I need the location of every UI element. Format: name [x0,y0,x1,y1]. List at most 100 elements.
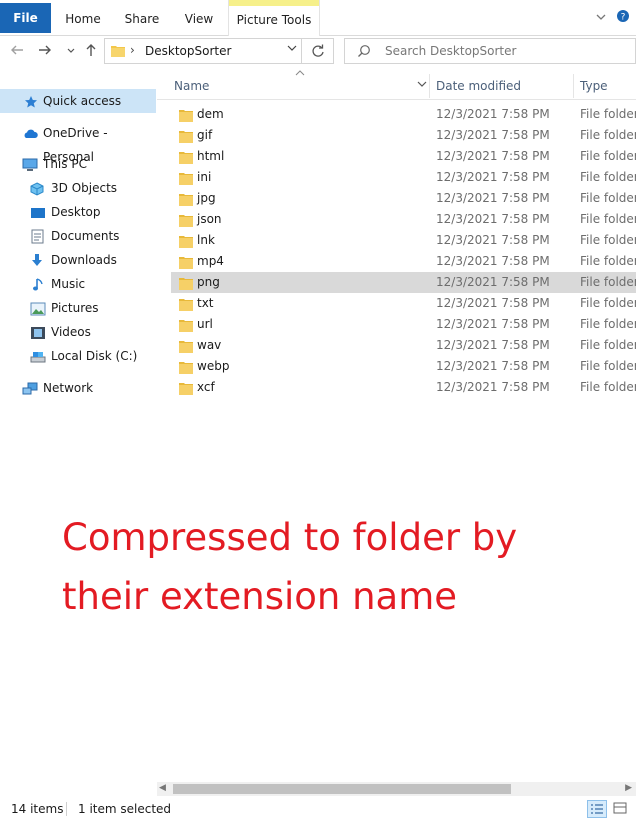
details-view-icon[interactable] [587,800,607,818]
recent-locations-icon[interactable] [62,42,80,60]
nav-network[interactable]: Network [0,376,156,400]
annotation-text: Compressed to folder by their extension … [62,508,622,626]
file-row[interactable]: ini 12/3/2021 7:58 PM File folder [171,167,636,188]
scroll-right-icon[interactable]: ▶ [625,783,632,793]
large-icons-view-icon[interactable] [611,800,631,818]
nav-this-pc[interactable]: This PC [0,152,156,176]
nav-label: Desktop [51,205,101,219]
tab-file[interactable]: File [0,3,51,33]
file-name[interactable]: url [197,314,213,335]
file-name[interactable]: html [197,146,224,167]
nav-quick-access[interactable]: Quick access [0,89,156,113]
file-date-modified: 12/3/2021 7:58 PM [436,317,550,331]
scrollbar-thumb[interactable] [173,784,511,794]
status-divider [66,802,67,816]
forward-icon[interactable] [36,42,54,60]
column-name[interactable]: Name [174,79,209,93]
help-icon[interactable]: ? [616,9,630,26]
tab-view[interactable]: View [179,7,219,32]
file-row[interactable]: url 12/3/2021 7:58 PM File folder [171,314,636,335]
nav-onedrive[interactable]: OneDrive - Personal [0,121,156,164]
column-separator[interactable] [573,74,574,98]
file-name[interactable]: txt [197,293,214,314]
file-name[interactable]: mp4 [197,251,224,272]
status-bar: 14 items 1 item selected [0,797,636,823]
file-type: File folder [580,107,636,121]
file-type: File folder [580,317,636,331]
file-row[interactable]: lnk 12/3/2021 7:58 PM File folder [171,230,636,251]
up-icon[interactable] [82,42,100,60]
nav-label: 3D Objects [51,181,118,195]
documents-icon [31,228,47,244]
search-input[interactable]: Search DesktopSorter [385,44,516,58]
expand-ribbon-icon[interactable] [595,11,607,26]
file-row[interactable]: mp4 12/3/2021 7:58 PM File folder [171,251,636,272]
nav-documents[interactable]: Documents [0,224,156,248]
item-count: 14 items [11,802,64,816]
horizontal-scrollbar[interactable]: ◀ ▶ [157,782,636,796]
file-name[interactable]: jpg [197,188,216,209]
file-row[interactable]: wav 12/3/2021 7:58 PM File folder [171,335,636,356]
nav-label: Documents [51,229,120,243]
tab-picture-tools[interactable]: Picture Tools [228,0,320,36]
file-row[interactable]: html 12/3/2021 7:58 PM File folder [171,146,636,167]
file-name[interactable]: wav [197,335,221,356]
file-date-modified: 12/3/2021 7:58 PM [436,296,550,310]
file-row[interactable]: jpg 12/3/2021 7:58 PM File folder [171,188,636,209]
nav-pictures[interactable]: Pictures [0,296,156,320]
back-icon[interactable] [8,42,26,60]
sort-ascending-icon [295,68,305,79]
file-row[interactable]: png 12/3/2021 7:58 PM File folder [171,272,636,293]
nav-downloads[interactable]: Downloads [0,248,156,272]
search-icon [357,44,371,61]
music-note-icon [32,276,48,292]
file-name[interactable]: png [197,272,220,293]
address-bar[interactable]: › DesktopSorter [104,38,334,64]
scroll-left-icon[interactable]: ◀ [159,783,166,793]
file-row[interactable]: gif 12/3/2021 7:58 PM File folder [171,125,636,146]
refresh-icon[interactable] [301,39,333,63]
nav-local-disk[interactable]: Local Disk (C:) [0,344,156,368]
folder-icon [111,45,125,60]
tab-home[interactable]: Home [60,7,106,32]
tab-share[interactable]: Share [120,7,164,32]
file-type: File folder [580,233,636,247]
nav-videos[interactable]: Videos [0,320,156,344]
column-filter-dropdown-icon[interactable] [415,79,429,95]
file-name[interactable]: lnk [197,230,215,251]
file-type: File folder [580,359,636,373]
file-row[interactable]: webp 12/3/2021 7:58 PM File folder [171,356,636,377]
computer-icon [22,156,38,172]
file-row[interactable]: json 12/3/2021 7:58 PM File folder [171,209,636,230]
breadcrumb-path[interactable]: DesktopSorter [145,44,231,58]
search-box[interactable]: Search DesktopSorter [344,38,636,64]
address-dropdown-icon[interactable] [287,43,297,56]
disk-drive-icon [30,348,46,364]
file-name[interactable]: json [197,209,222,230]
column-type[interactable]: Type [580,79,608,93]
file-type: File folder [580,254,636,268]
file-row[interactable]: txt 12/3/2021 7:58 PM File folder [171,293,636,314]
file-type: File folder [580,275,636,289]
nav-3d-objects[interactable]: 3D Objects [0,176,156,200]
file-name[interactable]: webp [197,356,229,377]
nav-music[interactable]: Music [0,272,156,296]
navigation-pane: Quick access OneDrive - Personal This PC… [0,72,156,782]
ribbon: File Home Share View Picture Tools ? [0,0,636,36]
nav-desktop[interactable]: Desktop [0,200,156,224]
file-row[interactable]: dem 12/3/2021 7:58 PM File folder [171,104,636,125]
file-name[interactable]: ini [197,167,211,188]
file-name[interactable]: dem [197,104,224,125]
column-date-modified[interactable]: Date modified [436,79,521,93]
file-date-modified: 12/3/2021 7:58 PM [436,359,550,373]
file-name[interactable]: gif [197,125,212,146]
selection-count: 1 item selected [78,802,172,816]
file-row[interactable]: xcf 12/3/2021 7:58 PM File folder [171,377,636,398]
svg-text:?: ? [621,13,626,23]
breadcrumb-chevron-icon[interactable]: › [130,43,135,57]
column-separator[interactable] [429,74,430,98]
folder-icon [179,381,193,402]
file-name[interactable]: xcf [197,377,215,398]
file-type: File folder [580,170,636,184]
cube-icon [30,180,46,196]
